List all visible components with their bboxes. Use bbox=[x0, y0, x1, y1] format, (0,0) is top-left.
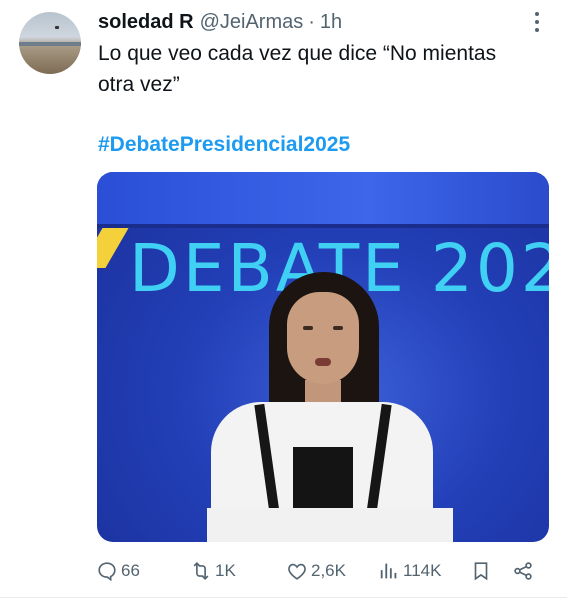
bookmark-icon bbox=[474, 562, 488, 581]
person-eye-right bbox=[333, 326, 343, 330]
avatar-horizon bbox=[19, 42, 81, 46]
display-name[interactable]: soledad R bbox=[98, 11, 194, 34]
user-handle[interactable]: @JeiArmas bbox=[200, 11, 304, 34]
views-button[interactable]: 114K bbox=[378, 556, 441, 586]
media-stripe bbox=[97, 224, 549, 228]
person-eye-left bbox=[303, 326, 313, 330]
views-count: 114K bbox=[403, 561, 442, 580]
heart-icon bbox=[288, 563, 306, 580]
share-icon bbox=[514, 562, 532, 580]
share-button[interactable] bbox=[512, 556, 534, 586]
repost-icon bbox=[193, 562, 209, 580]
tweet-text: Lo que veo cada vez que dice “No mientas… bbox=[98, 42, 497, 96]
tweet-actions-bar: 66 1K 2,6K 114K bbox=[96, 556, 546, 586]
like-count: 2,6K bbox=[311, 561, 346, 580]
like-button[interactable]: 2,6K bbox=[286, 556, 346, 586]
views-icon bbox=[380, 563, 397, 579]
bookmark-button[interactable] bbox=[470, 556, 492, 586]
reply-icon bbox=[98, 562, 116, 582]
hashtag-link[interactable]: #DebatePresidencial2025 bbox=[98, 133, 350, 157]
person-mouth bbox=[315, 358, 331, 366]
reply-count: 66 bbox=[121, 561, 140, 580]
more-options-icon[interactable] bbox=[533, 10, 541, 34]
reply-button[interactable]: 66 bbox=[96, 556, 140, 586]
avatar-bird bbox=[55, 26, 59, 29]
timestamp[interactable]: 1h bbox=[320, 11, 342, 34]
divider bbox=[0, 597, 567, 598]
person-face bbox=[287, 292, 359, 384]
media-podium bbox=[207, 508, 453, 542]
media-top-band bbox=[97, 172, 549, 224]
separator-dot: · bbox=[308, 10, 315, 33]
tweet-header: soledad R @JeiArmas · 1h bbox=[98, 8, 547, 36]
repost-button[interactable]: 1K bbox=[190, 556, 236, 586]
avatar[interactable] bbox=[19, 12, 81, 74]
repost-count: 1K bbox=[215, 561, 236, 580]
tweet-media-image[interactable]: DEBATE 202 bbox=[97, 172, 549, 542]
media-yellow-accent bbox=[97, 228, 129, 268]
media-person bbox=[207, 272, 437, 542]
